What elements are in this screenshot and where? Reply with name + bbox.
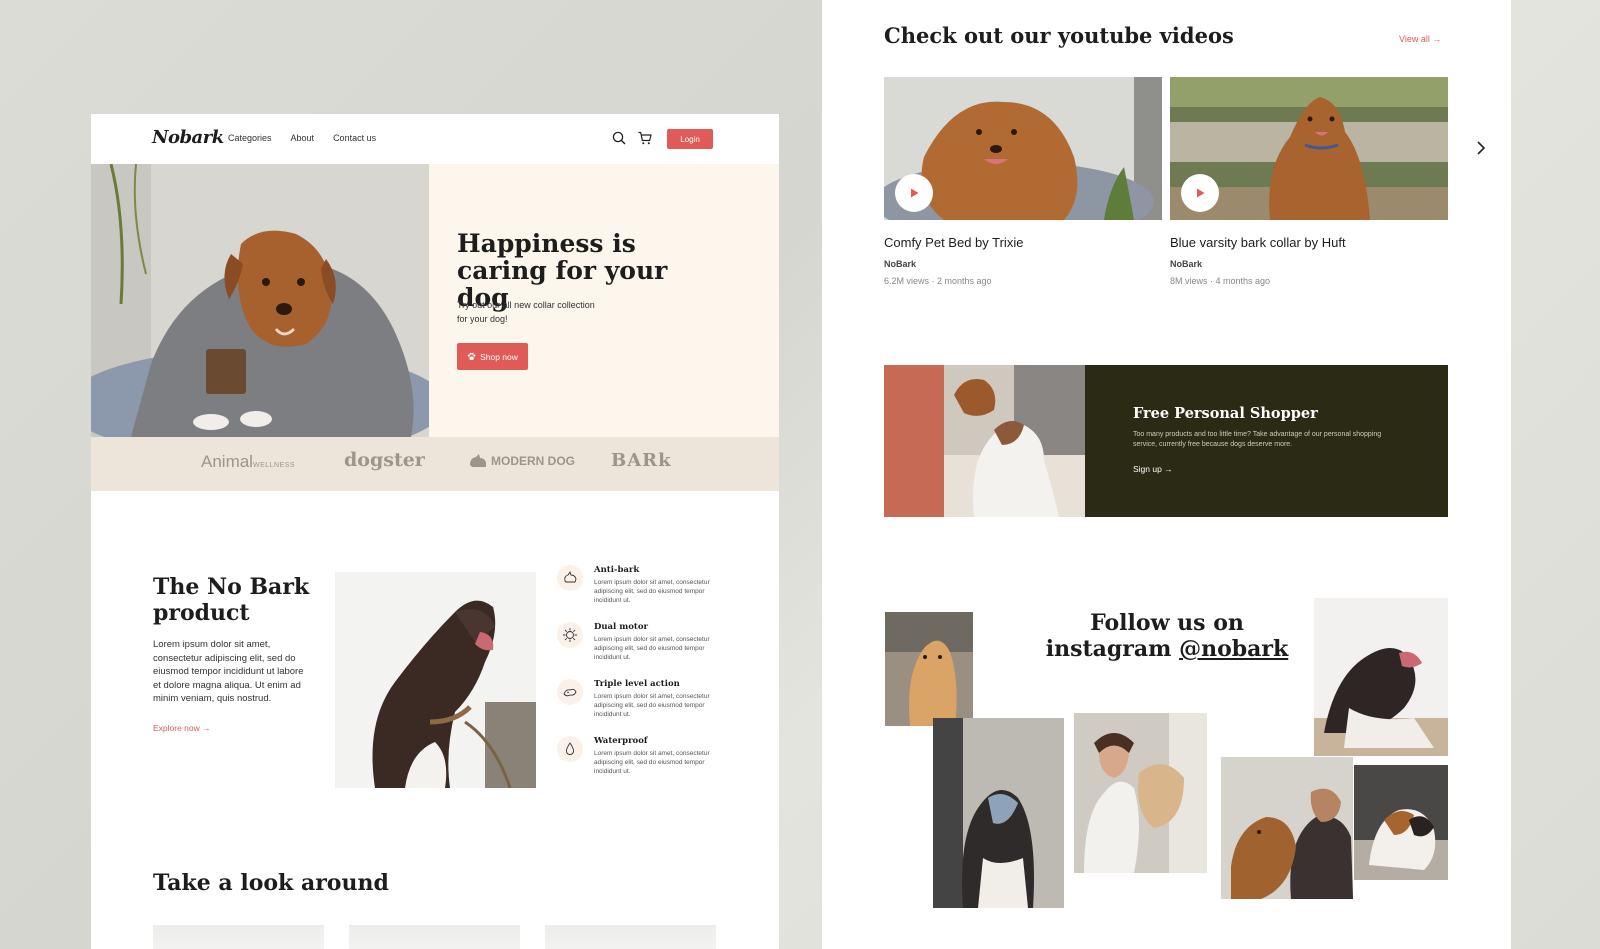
play-button[interactable] [895, 174, 933, 212]
shopper-description: Too many products and too little time? T… [1133, 431, 1382, 448]
view-all-link[interactable]: View all → [1399, 34, 1441, 44]
landing-page-preview: Nobark Categories About Contact us Login [91, 114, 779, 949]
personal-shopper-banner: Free Personal Shopper Too many products … [884, 365, 1448, 517]
dog-silhouette-icon [470, 454, 486, 467]
video-title-1[interactable]: Comfy Pet Bed by Trixie [884, 235, 1023, 250]
look-card-2[interactable] [349, 925, 520, 949]
play-icon [1197, 188, 1205, 198]
feature-item-dual-motor: Dual motor Lorem ipsum dolor sit amet, c… [557, 622, 727, 672]
action-icon [557, 679, 583, 705]
explore-now-link[interactable]: Explore now → [153, 723, 211, 733]
feature-item-name: Dual motor [594, 622, 648, 632]
video-meta-2: 8M views · 4 months ago [1170, 276, 1271, 286]
feature-image [335, 572, 536, 788]
look-card-3[interactable] [545, 925, 716, 949]
brand-animal-wellness: AnimalWELLNESS [201, 452, 296, 471]
feature-item-name: Waterproof [594, 736, 648, 746]
chevron-right-icon[interactable] [1473, 140, 1489, 156]
content-page-preview: Check out our youtube videos View all → [822, 0, 1511, 949]
spaniel-photo [335, 572, 536, 788]
instagram-photo-5[interactable] [1314, 598, 1448, 756]
video-thumbnail-2[interactable] [1170, 77, 1448, 220]
logo[interactable]: Nobark [152, 127, 224, 148]
feature-item-desc: Lorem ipsum dolor sit amet, consectetur … [594, 636, 710, 661]
brand-modern-dog: MODERN DOG [468, 453, 575, 469]
nav-link-categories[interactable]: Categories [228, 133, 272, 143]
instagram-title: Follow us on instagram @nobark [1045, 610, 1289, 662]
instagram-handle-link[interactable]: @nobark [1179, 636, 1288, 662]
hero-image [91, 164, 429, 437]
instagram-photo-2[interactable] [933, 718, 1064, 908]
brand-logos: AnimalWELLNESS dogster MODERN DOG BARk [91, 437, 779, 491]
instagram-photo-3[interactable] [1074, 713, 1207, 873]
nav-link-about[interactable]: About [291, 133, 315, 143]
instagram-photo-4[interactable] [1221, 757, 1353, 899]
search-icon[interactable] [611, 130, 627, 146]
dog-icon [557, 565, 583, 591]
video-title-2[interactable]: Blue varsity bark collar by Huft [1170, 235, 1346, 250]
shop-now-button[interactable]: Shop now [457, 343, 528, 370]
hero-subtitle: Try out our all new collar collection fo… [457, 300, 595, 324]
shopper-title: Free Personal Shopper [1133, 405, 1318, 422]
arrow-right-icon: → [1432, 34, 1442, 44]
feature-item-waterproof: Waterproof Lorem ipsum dolor sit amet, c… [557, 736, 727, 786]
water-drop-icon [557, 736, 583, 762]
video-meta-1: 6.2M views · 2 months ago [884, 276, 992, 286]
hero-dog-photo [91, 164, 429, 437]
arrow-right-icon: → [202, 723, 211, 733]
video-channel-2: NoBark [1170, 259, 1203, 269]
shop-now-label: Shop now [480, 351, 518, 362]
feature-item-triple-level: Triple level action Lorem ipsum dolor si… [557, 679, 727, 729]
instagram-photo-1[interactable] [885, 612, 973, 726]
shopper-image [884, 365, 1085, 517]
two-dogs-photo [884, 365, 1085, 517]
sign-up-link[interactable]: Sign up → [1133, 464, 1173, 474]
feature-title: The No Bark product [153, 574, 310, 626]
play-icon [911, 188, 919, 198]
feature-item-desc: Lorem ipsum dolor sit amet, consectetur … [594, 579, 710, 604]
top-nav: Nobark Categories About Contact us Login [91, 114, 779, 164]
brand-bark: BARk [611, 450, 672, 471]
hero-panel: Happiness is caring for your dog Try out… [429, 164, 779, 437]
arrow-right-icon: → [1164, 464, 1173, 474]
feature-item-desc: Lorem ipsum dolor sit amet, consectetur … [594, 693, 710, 718]
feature-item-anti-bark: Anti-bark Lorem ipsum dolor sit amet, co… [557, 565, 727, 615]
youtube-section-title: Check out our youtube videos [884, 23, 1234, 48]
feature-item-desc: Lorem ipsum dolor sit amet, consectetur … [594, 750, 710, 775]
play-button[interactable] [1181, 174, 1219, 212]
motor-icon [557, 622, 583, 648]
feature-item-name: Triple level action [594, 679, 680, 689]
paw-icon [467, 352, 476, 361]
look-card-1[interactable] [153, 925, 324, 949]
nav-links: Categories About Contact us [228, 133, 376, 143]
login-button[interactable]: Login [667, 129, 713, 149]
video-channel-1: NoBark [884, 259, 917, 269]
nav-link-contact[interactable]: Contact us [333, 133, 376, 143]
feature-description: Lorem ipsum dolor sit amet, consectetur … [153, 639, 304, 704]
shopper-panel: Free Personal Shopper Too many products … [1085, 365, 1448, 517]
feature-item-name: Anti-bark [594, 565, 640, 575]
look-around-title: Take a look around [153, 870, 389, 896]
brand-dogster: dogster [344, 449, 425, 471]
cart-icon[interactable] [637, 130, 653, 146]
instagram-photo-6[interactable] [1354, 765, 1448, 880]
video-thumbnail-1[interactable] [884, 77, 1162, 220]
